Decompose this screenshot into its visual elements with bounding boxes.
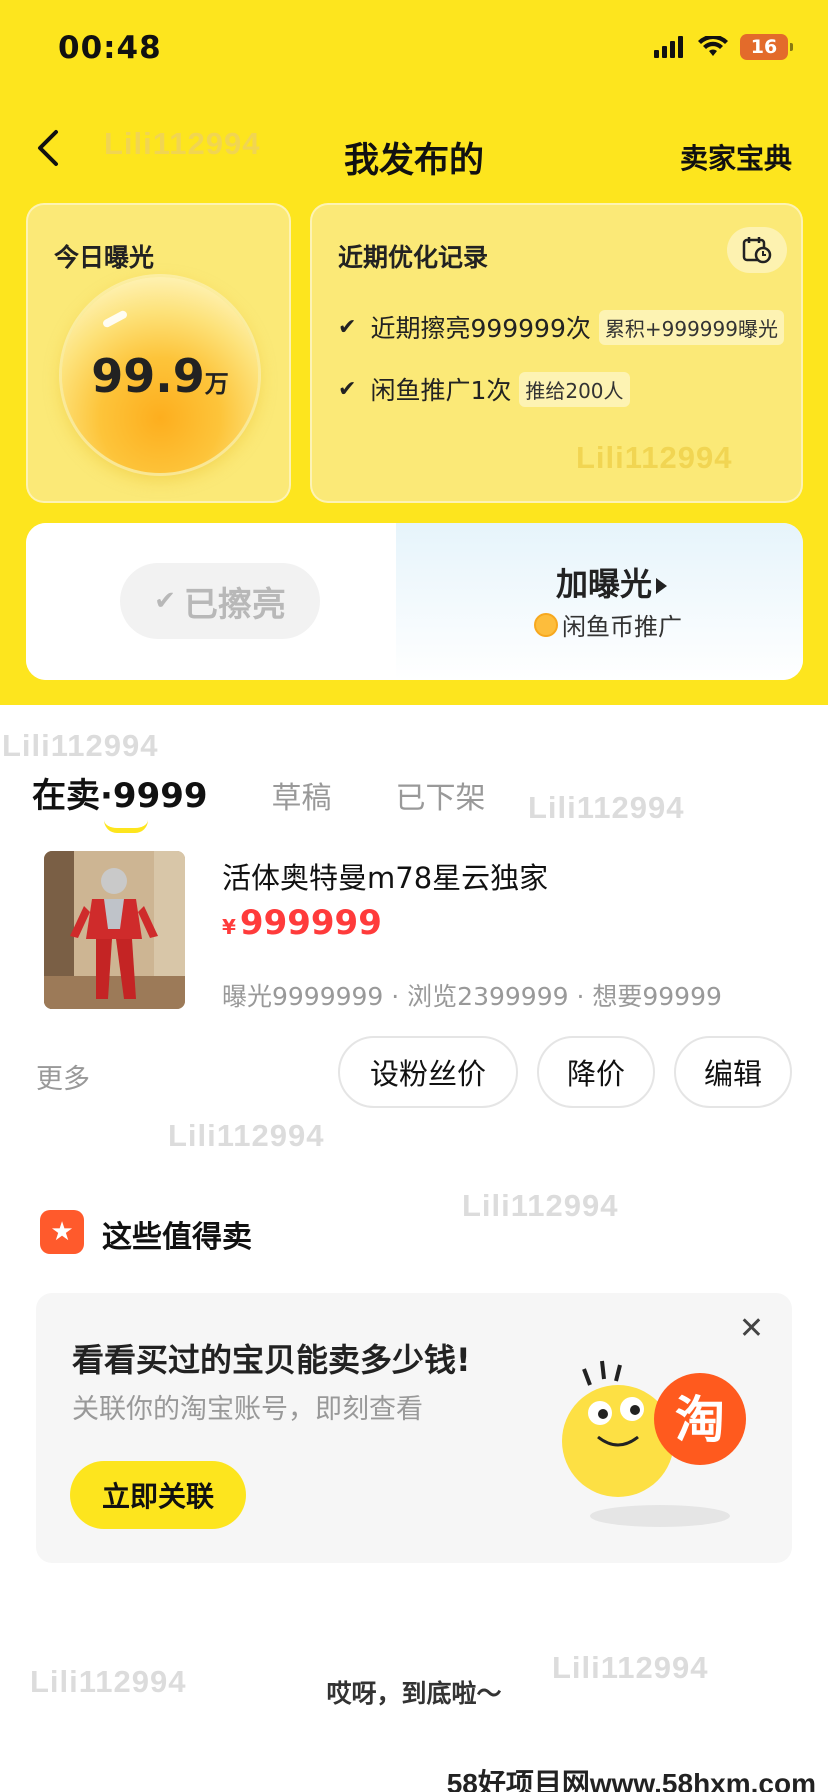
product-title[interactable]: 活体奥特曼m78星云独家 xyxy=(222,855,548,897)
seller-guide-link[interactable]: 卖家宝典 xyxy=(680,137,792,177)
boost-exposure-button[interactable]: 加曝光 xyxy=(556,559,668,605)
exposure-orb: 99.9万 xyxy=(62,277,258,473)
exposure-value: 99.9万 xyxy=(91,349,229,403)
watermark: Lili112994 xyxy=(2,728,159,763)
tab-on-sale[interactable]: 在卖·9999 xyxy=(32,768,208,833)
battery-icon: 16 xyxy=(740,34,793,60)
watermark: Lili112994 xyxy=(104,126,261,161)
status-icons: 16 xyxy=(654,34,793,60)
tab-drafts[interactable]: 草稿 xyxy=(272,773,332,817)
wifi-icon xyxy=(698,36,728,56)
edit-button[interactable]: 编辑 xyxy=(674,1036,792,1108)
records-label: 近期优化记录 xyxy=(338,243,489,272)
record-tag: 累积+999999曝光 xyxy=(598,309,784,345)
taobao-badge: 淘 xyxy=(675,1391,725,1449)
mascot-illustration: 淘 xyxy=(562,1360,746,1527)
listing-tabs: 在卖·9999 草稿 已下架 xyxy=(32,768,550,833)
watermark: Lili112994 xyxy=(552,1650,709,1685)
today-exposure-card[interactable]: 今日曝光 99.9万 xyxy=(26,203,291,503)
section-title: 这些值得卖 xyxy=(102,1220,252,1255)
coin-promo-label: 闲鱼币推广 xyxy=(534,607,682,642)
star-icon: ★ xyxy=(40,1210,84,1254)
promo-headline: 看看买过的宝贝能卖多少钱! xyxy=(72,1341,471,1379)
record-item: ✔ 闲鱼推广1次 推给200人 xyxy=(338,371,630,407)
check-icon: ✔ xyxy=(338,376,357,402)
watermark: Lili112994 xyxy=(576,440,733,475)
check-icon: ✔ xyxy=(338,314,357,340)
more-button[interactable]: 更多 xyxy=(36,1057,90,1096)
play-arrow-icon xyxy=(656,578,668,594)
reduce-price-button[interactable]: 降价 xyxy=(537,1036,655,1108)
close-icon[interactable]: ✕ xyxy=(739,1311,764,1346)
product-price: ¥999999 xyxy=(222,903,382,943)
polished-button[interactable]: ✔ 已擦亮 xyxy=(120,563,320,639)
calendar-icon[interactable] xyxy=(727,227,787,273)
watermark: Lili112994 xyxy=(168,1118,325,1153)
cellular-signal-icon xyxy=(654,36,683,58)
product-stats: 曝光9999999 · 浏览2399999 · 想要99999 xyxy=(222,982,722,1011)
watermark: Lili112994 xyxy=(462,1188,619,1223)
watermark: Lili112994 xyxy=(30,1664,187,1699)
check-icon: ✔ xyxy=(154,586,176,616)
site-watermark: 58好项目网www.58hxm.com xyxy=(446,1768,816,1792)
record-item: ✔ 近期擦亮999999次 累积+999999曝光 xyxy=(338,309,784,345)
watermark: Lili112994 xyxy=(528,790,685,825)
coin-icon xyxy=(534,612,558,637)
record-tag: 推给200人 xyxy=(519,371,630,407)
status-time: 00:48 xyxy=(58,30,162,66)
product-thumbnail[interactable] xyxy=(44,851,185,1009)
promo-subtext: 关联你的淘宝账号，即刻查看 xyxy=(72,1394,423,1425)
link-now-button[interactable]: 立即关联 xyxy=(70,1461,246,1529)
exposure-label: 今日曝光 xyxy=(54,243,155,272)
exposure-action-card: ✔ 已擦亮 加曝光 闲鱼币推广 xyxy=(26,523,803,680)
set-fan-price-button[interactable]: 设粉丝价 xyxy=(338,1036,518,1108)
taobao-link-card: 看看买过的宝贝能卖多少钱! 关联你的淘宝账号，即刻查看 立即关联 ✕ 淘 xyxy=(36,1293,792,1563)
tab-delisted[interactable]: 已下架 xyxy=(396,773,486,817)
